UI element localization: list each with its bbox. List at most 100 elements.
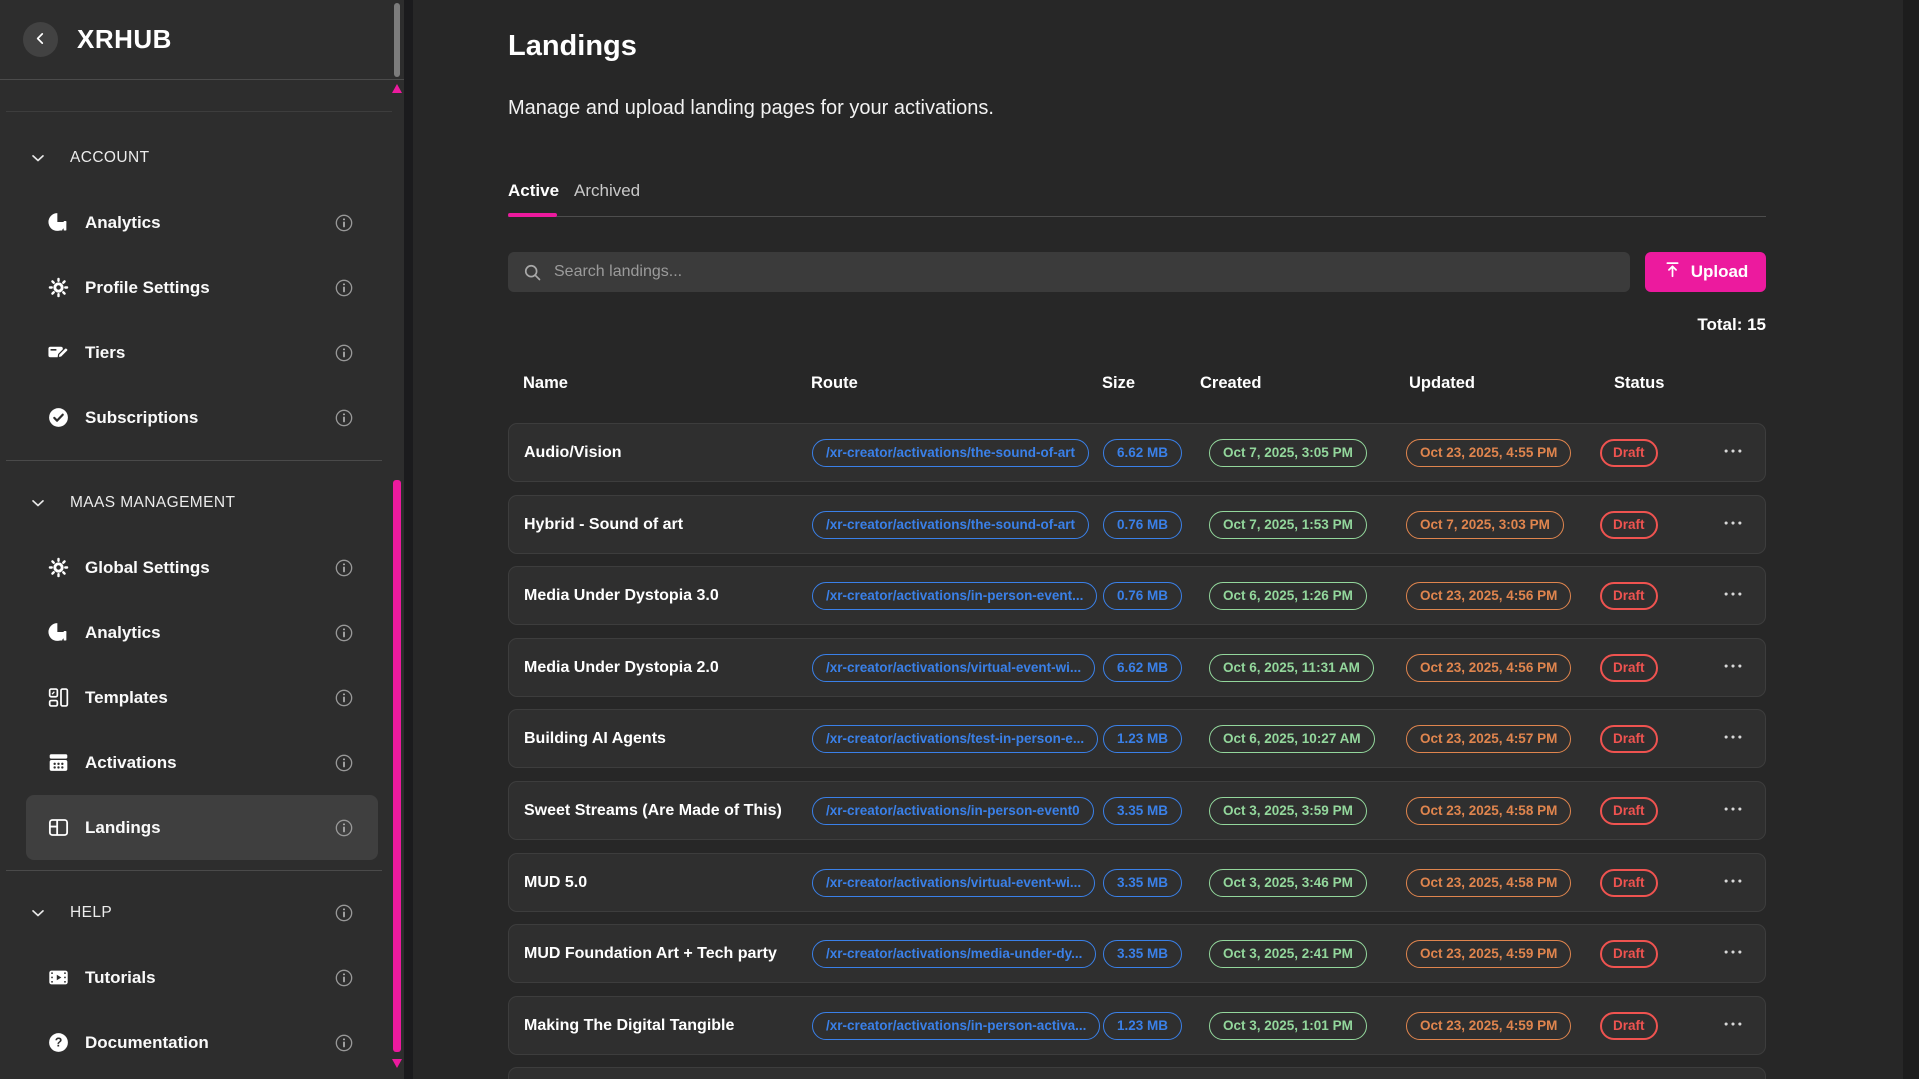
table-row[interactable]: Media Under Dystopia 3.0 /xr-creator/act… [508,566,1766,625]
row-actions-button[interactable] [1718,937,1748,970]
sidebar-item-activations[interactable]: Activations [26,730,378,795]
window-scrollbar[interactable] [1903,0,1919,1079]
templates-icon [46,686,70,710]
row-route-pill[interactable]: /xr-creator/activations/virtual-event-wi… [812,654,1095,682]
sidebar-item-label: Landings [85,818,161,838]
table-row[interactable]: Making The Digital Tangible /xr-creator/… [508,996,1766,1055]
row-size-pill: 1.23 MB [1103,1012,1182,1040]
sidebar-item-analytics[interactable]: Analytics [26,190,378,255]
row-size-pill: 6.62 MB [1103,654,1182,682]
row-name: MUD Foundation Art + Tech party [524,925,777,982]
info-icon[interactable] [334,213,354,233]
sidebar-scroll-down-arrow[interactable] [392,1059,402,1068]
row-route-pill[interactable]: /xr-creator/activations/in-person-event0 [812,797,1094,825]
table-row[interactable]: MUD Foundation Art + Tech party /xr-crea… [508,924,1766,983]
table-row[interactable]: Sweet Streams (Are Made of This) /xr-cre… [508,781,1766,840]
sidebar-section-maas-management[interactable]: MAAS MANAGEMENT [0,470,392,535]
info-icon[interactable] [334,1033,354,1053]
row-size-pill: 1.23 MB [1103,725,1182,753]
row-name: Media Under Dystopia 3.0 [524,567,719,624]
search-input[interactable] [554,263,1616,281]
row-size-pill: 6.62 MB [1103,439,1182,467]
row-actions-button[interactable] [1718,794,1748,827]
row-updated-pill: Oct 23, 2025, 4:58 PM [1406,869,1571,897]
tab-active[interactable]: Active [508,181,559,201]
sidebar-item-templates[interactable]: Templates [26,665,378,730]
status-badge: Draft [1600,797,1658,825]
status-badge: Draft [1600,582,1658,610]
sidebar-collapse-button[interactable] [23,22,58,57]
upload-icon [1663,260,1682,284]
row-route-pill[interactable]: /xr-creator/activations/virtual-event-wi… [812,869,1095,897]
row-route-pill[interactable]: /xr-creator/activations/in-person-event.… [812,582,1097,610]
row-actions-button[interactable] [1718,579,1748,612]
calendar-icon [46,751,70,775]
sidebar-section-account[interactable]: ACCOUNT [0,125,392,190]
row-actions-button[interactable] [1718,722,1748,755]
active-tab-indicator [508,213,557,217]
row-size-pill: 3.35 MB [1103,797,1182,825]
upload-button-label: Upload [1691,262,1749,282]
sidebar-section-label: HELP [70,904,112,922]
sidebar-scroll-up-arrow[interactable] [392,84,402,93]
table-row[interactable]: Audio/Vision /xr-creator/activations/the… [508,423,1766,482]
ellipsis-icon [1722,798,1744,823]
sidebar-item-label: Tutorials [85,968,156,988]
info-icon[interactable] [334,688,354,708]
row-route-pill[interactable]: /xr-creator/activations/test-in-person-e… [812,725,1098,753]
info-icon[interactable] [334,818,354,838]
row-updated-pill: Oct 23, 2025, 4:56 PM [1406,582,1571,610]
upload-button[interactable]: Upload [1645,252,1766,292]
svg-text:?: ? [54,1036,62,1050]
sidebar-item-global-settings[interactable]: Global Settings [26,535,378,600]
sidebar-item-label: Tiers [85,343,125,363]
row-route-pill[interactable]: /xr-creator/activations/media-under-dy..… [812,940,1096,968]
row-route-pill[interactable]: /xr-creator/activations/the-sound-of-art [812,511,1089,539]
ellipsis-icon [1722,870,1744,895]
info-icon[interactable] [334,343,354,363]
sidebar-section-help[interactable]: HELP [0,880,392,945]
row-created-pill: Oct 6, 2025, 10:27 AM [1209,725,1375,753]
row-created-pill: Oct 3, 2025, 2:41 PM [1209,940,1367,968]
sidebar-item-tutorials[interactable]: Tutorials [26,945,378,1010]
row-created-pill: Oct 7, 2025, 1:53 PM [1209,511,1367,539]
tab-archived[interactable]: Archived [574,181,640,201]
sidebar-item-landings[interactable]: Landings [26,795,378,860]
sidebar-item-documentation[interactable]: ? Documentation [26,1010,378,1075]
row-actions-button[interactable] [1718,866,1748,899]
status-badge: Draft [1600,511,1658,539]
row-actions-button[interactable] [1718,651,1748,684]
sidebar-item-analytics[interactable]: Analytics [26,600,378,665]
layout-icon [46,816,70,840]
row-actions-button[interactable] [1718,508,1748,541]
sidebar-item-tiers[interactable]: Tiers [26,320,378,385]
info-icon[interactable] [334,278,354,298]
info-icon[interactable] [334,903,354,923]
info-icon[interactable] [334,968,354,988]
sidebar-item-profile-settings[interactable]: Profile Settings [26,255,378,320]
column-header-name: Name [523,374,568,393]
table-header: Name Route Size Created Updated Status [508,374,1766,400]
table-row[interactable]: Building AI Agents /xr-creator/activatio… [508,709,1766,768]
row-name: Audio/Vision [524,424,621,481]
sidebar-scrollbar-thumb[interactable] [393,480,401,1052]
table-row[interactable]: MUD 5.0 /xr-creator/activations/virtual-… [508,853,1766,912]
row-route-pill[interactable]: /xr-creator/activations/in-person-activa… [812,1012,1100,1040]
status-badge: Draft [1600,940,1658,968]
sidebar-item-subscriptions[interactable]: Subscriptions [26,385,378,450]
check-circle-icon [46,406,70,430]
info-icon[interactable] [334,753,354,773]
table-row-partial[interactable] [508,1067,1766,1079]
row-actions-button[interactable] [1718,1009,1748,1042]
info-icon[interactable] [334,558,354,578]
sidebar-header-scrollbar-thumb[interactable] [394,3,400,77]
sidebar-section-label: MAAS MANAGEMENT [70,494,235,512]
table-row[interactable]: Hybrid - Sound of art /xr-creator/activa… [508,495,1766,554]
row-route-pill[interactable]: /xr-creator/activations/the-sound-of-art [812,439,1089,467]
sidebar-item-label: Global Settings [85,558,210,578]
row-created-pill: Oct 3, 2025, 1:01 PM [1209,1012,1367,1040]
table-row[interactable]: Media Under Dystopia 2.0 /xr-creator/act… [508,638,1766,697]
row-actions-button[interactable] [1718,436,1748,469]
info-icon[interactable] [334,623,354,643]
info-icon[interactable] [334,408,354,428]
